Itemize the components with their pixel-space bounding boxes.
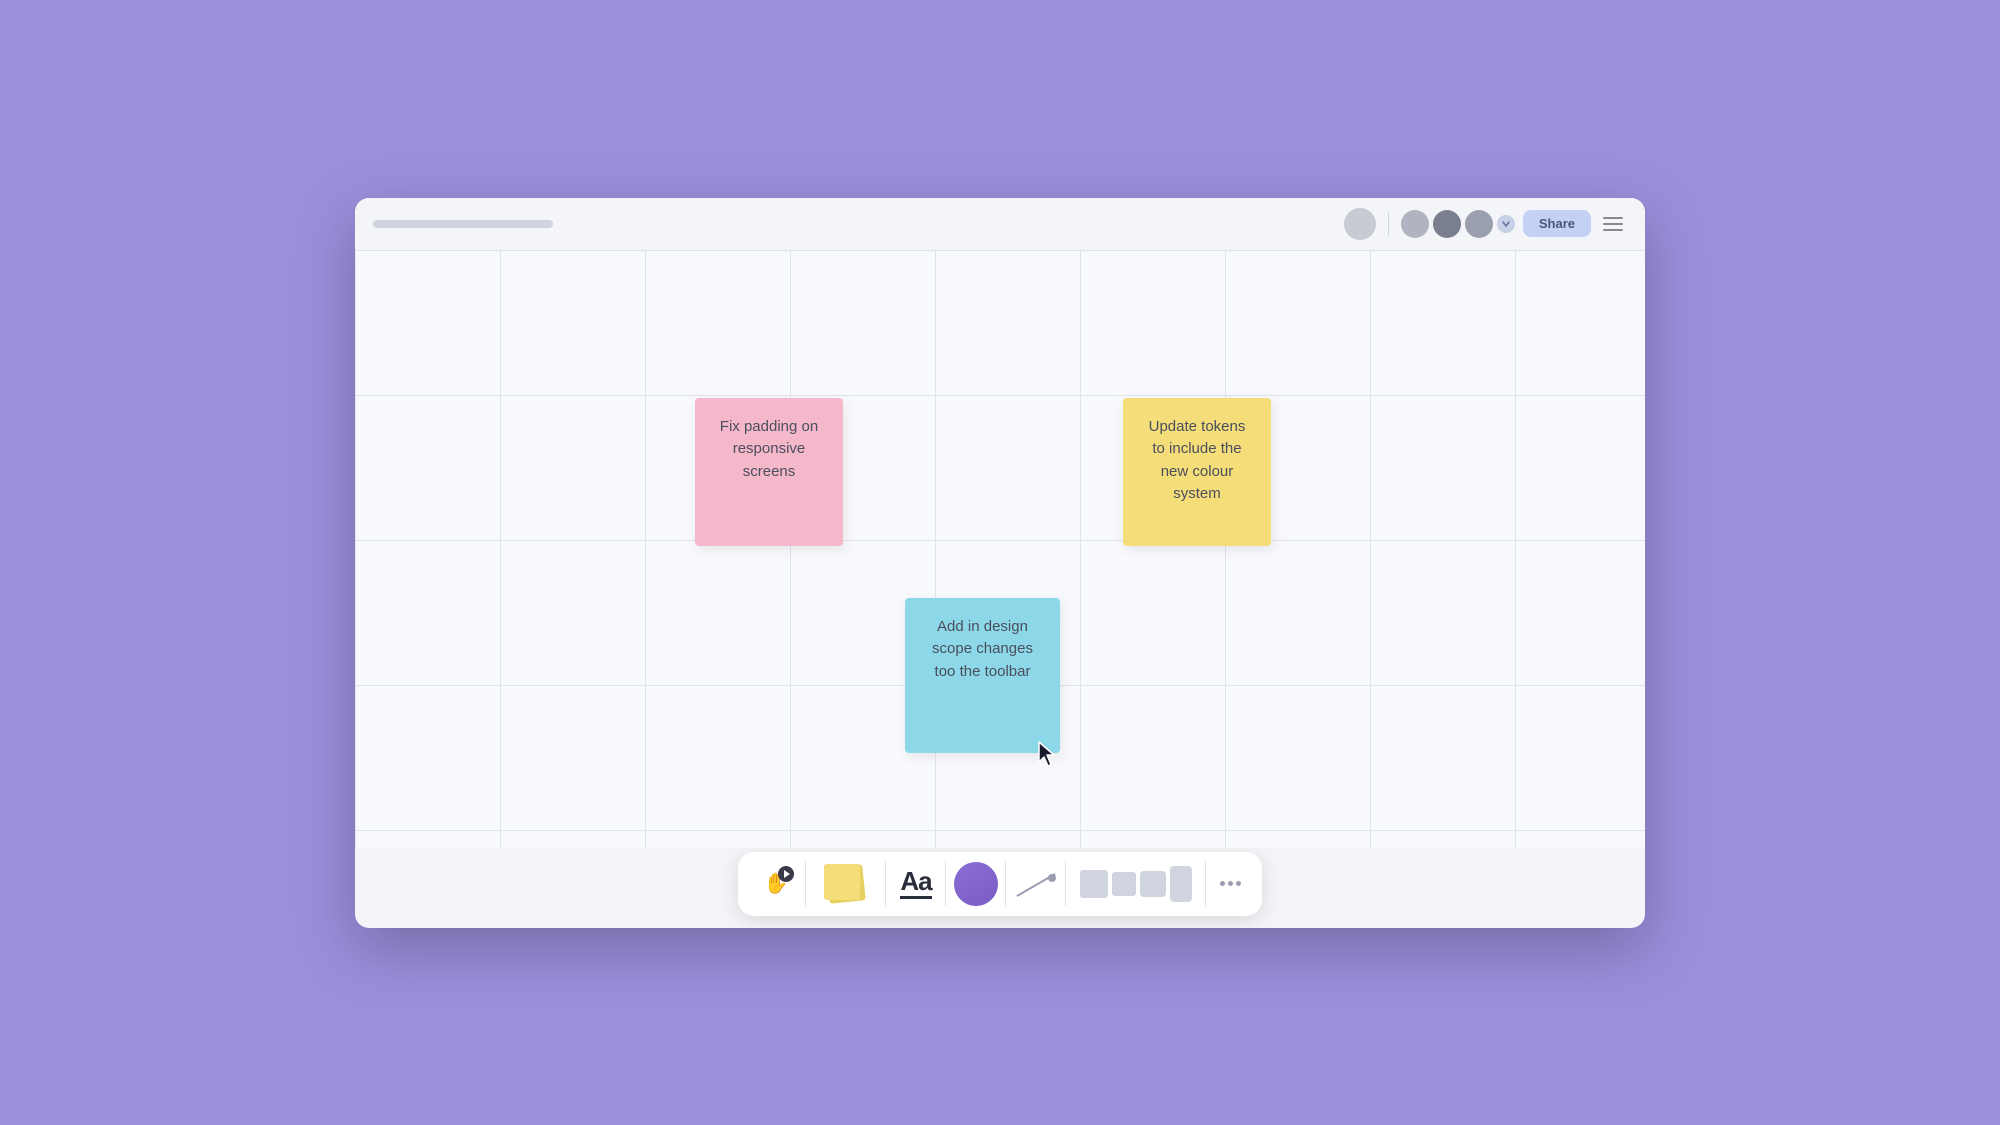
sticky-icon-stack bbox=[820, 862, 872, 906]
dot-3 bbox=[1236, 881, 1241, 886]
frame-tools-group bbox=[1072, 866, 1200, 902]
frame-tool-square-2[interactable] bbox=[1112, 872, 1136, 896]
collab-expand-icon[interactable] bbox=[1497, 215, 1515, 233]
bottom-toolbar: ✋ Aa bbox=[355, 848, 1645, 928]
frame-tool-square-1[interactable] bbox=[1080, 870, 1108, 898]
three-dots-icon bbox=[1220, 881, 1241, 886]
sticky-note-pink-text: Fix padding on responsive screens bbox=[720, 418, 818, 480]
share-button[interactable]: Share bbox=[1523, 210, 1591, 237]
collaborator-avatars bbox=[1401, 210, 1515, 238]
app-window: Share Fix padding on responsive screens … bbox=[355, 198, 1645, 928]
text-tool[interactable]: Aa bbox=[892, 860, 940, 908]
toolbar-panel: ✋ Aa bbox=[738, 852, 1262, 916]
tool-section-more bbox=[1206, 852, 1254, 916]
header: Share bbox=[355, 198, 1645, 250]
tool-section-sticky bbox=[806, 852, 886, 916]
dot-2 bbox=[1228, 881, 1233, 886]
sticky-note-pink[interactable]: Fix padding on responsive screens bbox=[695, 398, 843, 546]
line-tool-icon bbox=[1014, 862, 1058, 906]
header-divider bbox=[1388, 212, 1389, 236]
breadcrumb bbox=[373, 220, 553, 228]
canvas-grid bbox=[355, 250, 1645, 848]
sticky-icon-front bbox=[824, 864, 860, 900]
sticky-note-yellow-text: Update tokens to include the new colour … bbox=[1149, 418, 1246, 503]
frame-tool-square-4[interactable] bbox=[1170, 866, 1192, 902]
header-right: Share bbox=[1344, 208, 1627, 240]
pointer-tool[interactable]: ✋ bbox=[752, 860, 800, 908]
canvas-area[interactable]: Fix padding on responsive screens Update… bbox=[355, 250, 1645, 848]
line-tool[interactable] bbox=[1012, 860, 1060, 908]
user-avatar[interactable] bbox=[1344, 208, 1376, 240]
tool-section-line bbox=[1006, 852, 1066, 916]
line-line bbox=[1016, 873, 1055, 897]
menu-line-1 bbox=[1603, 217, 1623, 219]
menu-button[interactable] bbox=[1599, 213, 1627, 235]
shape-tool[interactable] bbox=[952, 860, 1000, 908]
sticky-note-tool[interactable] bbox=[812, 860, 880, 908]
sticky-note-blue-text: Add in design scope changes too the tool… bbox=[932, 618, 1033, 680]
play-icon bbox=[778, 866, 794, 882]
header-left bbox=[373, 220, 553, 228]
tool-section-frames bbox=[1066, 852, 1206, 916]
tool-section-shape bbox=[946, 852, 1006, 916]
text-tool-label: Aa bbox=[900, 868, 931, 899]
play-triangle bbox=[784, 870, 790, 878]
shape-circle-icon bbox=[954, 862, 998, 906]
sticky-note-blue[interactable]: Add in design scope changes too the tool… bbox=[905, 598, 1060, 753]
menu-line-2 bbox=[1603, 223, 1623, 225]
menu-line-3 bbox=[1603, 229, 1623, 231]
more-tools-button[interactable] bbox=[1212, 866, 1248, 902]
tool-section-pointer: ✋ bbox=[746, 852, 806, 916]
collab-avatar-3 bbox=[1465, 210, 1493, 238]
dot-1 bbox=[1220, 881, 1225, 886]
tool-section-text: Aa bbox=[886, 852, 946, 916]
frame-tool-square-3[interactable] bbox=[1140, 871, 1166, 897]
sticky-note-yellow[interactable]: Update tokens to include the new colour … bbox=[1123, 398, 1271, 546]
collab-avatar-2 bbox=[1433, 210, 1461, 238]
collab-avatar-1 bbox=[1401, 210, 1429, 238]
